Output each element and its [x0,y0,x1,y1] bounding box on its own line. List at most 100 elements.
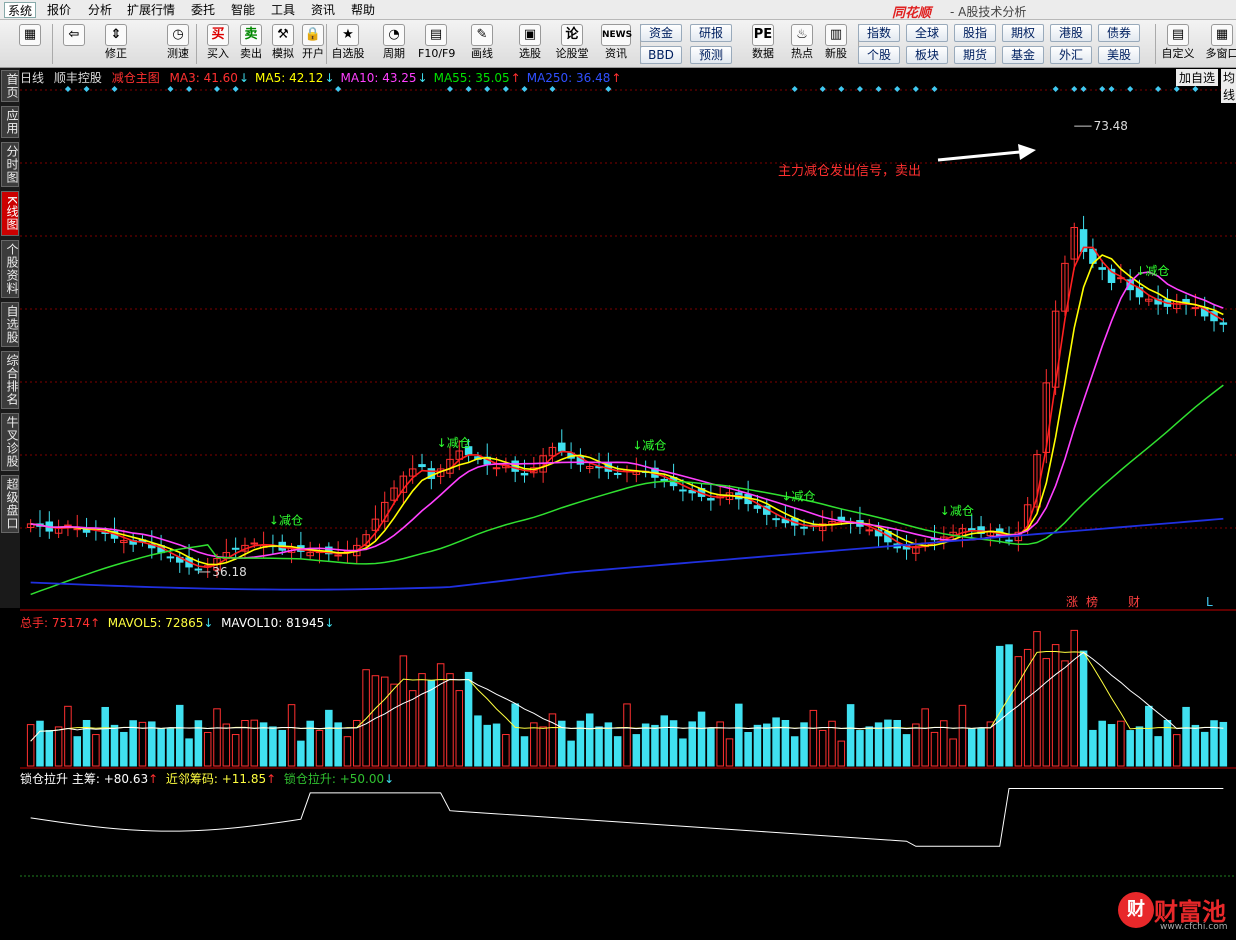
volume-bar [967,728,976,767]
monitor-icon: ▣ [519,24,541,46]
forum-icon: 论 [561,24,583,46]
menu-item-3[interactable]: 扩展行情 [124,2,178,18]
volume-bar [1126,730,1134,767]
toolbar-button-clock[interactable]: ◷ 测速 [160,22,196,66]
quick-button-8[interactable]: 港股 [1050,24,1092,42]
toolbar-button-multiwindow[interactable]: ▦ 多窗口 [1204,22,1236,66]
quick-button-15[interactable]: 美股 [1098,46,1140,64]
candle-body [73,528,82,531]
sidebar-tab-8[interactable]: 超级盘口 [1,475,19,533]
toolbar-button-hot[interactable]: ♨ 热点 [784,22,820,66]
volume-bar [511,703,519,767]
menu-item-6[interactable]: 工具 [268,2,298,18]
toolbar-button-f10[interactable]: ▤ F10/F9 [418,22,455,66]
toolbar-button-cycle[interactable]: ◔ 周期 [376,22,412,66]
quick-button-10[interactable]: 个股 [858,46,900,64]
candle-body [1098,267,1106,270]
mavol5-value: 72865 [165,616,204,630]
volume-bar [977,728,985,767]
left-sidebar: 首页应用分时图 K线图个股资料自选股综合排名牛叉诊股超级盘口 [0,68,20,608]
quick-button-4[interactable]: 指数 [858,24,900,42]
event-flag: 涨 [1066,594,1078,609]
menu-item-2[interactable]: 分析 [85,2,115,18]
toolbar-button-star[interactable]: ★ 自选股 [330,22,366,66]
volume-bar [744,732,752,767]
sidebar-tab-3[interactable]: K线图 [1,191,19,236]
mode-label: 减仓主图 [111,71,160,85]
sidebar-tab-5[interactable]: 自选股 [1,302,19,347]
quick-button-6[interactable]: 股指 [954,24,996,42]
sidebar-tab-1[interactable]: 应用 [1,106,19,138]
reduce-position-signal: ↓减仓 [781,490,815,504]
quick-button-9[interactable]: 债券 [1098,24,1140,42]
candle-body [800,526,808,529]
ma-values: MA3: 41.60↓ MA5: 42.12↓ MA10: 43.25↓ MA55: … [170,71,628,85]
volume-bar [604,722,613,767]
toolbar-button-pen[interactable]: ✎ 画线 [464,22,500,66]
volume-bar [763,723,771,767]
menu-item-0[interactable]: 系统 [4,2,37,18]
average-tab[interactable]: 均线 [1221,69,1236,103]
volume-bar [45,729,54,767]
volume-bar [101,706,109,767]
quick-button-14[interactable]: 外汇 [1050,46,1092,64]
menu-item-5[interactable]: 智能 [228,2,258,18]
toolbar-button-buy[interactable]: 买买入 [200,22,236,66]
volume-bar [175,704,184,767]
sidebar-tab-4[interactable]: 个股资料 [1,240,19,298]
toolbar-button-ipo[interactable]: ▥ 新股 [818,22,854,66]
toolbar-button-custom[interactable]: ▤ 自定义 [1160,22,1196,66]
volume-bar [660,715,669,767]
mavol5-label: MAVOL5 [107,616,158,630]
quick-button-2[interactable]: BBD [640,46,682,64]
quick-button-5[interactable]: 全球 [906,24,948,42]
menu-item-8[interactable]: 帮助 [348,2,378,18]
sidebar-tab-0[interactable]: 首页 [1,70,19,102]
toolbar-button-news[interactable]: NEWS 资讯 [598,22,634,66]
volume-bar [1200,731,1209,767]
toolbar-button-forum[interactable]: 论论股堂 [554,22,590,66]
menu-item-7[interactable]: 资讯 [308,2,338,18]
add-watchlist-button[interactable]: 加自选 [1176,69,1219,86]
toolbar-button-grid[interactable]: ▦ [12,22,48,66]
quick-button-11[interactable]: 板块 [906,46,948,64]
ma-arrow: ↓ [324,71,335,85]
sidebar-tab-6[interactable]: 综合排名 [1,351,19,409]
volume-bar [1145,705,1153,767]
sidebar-tab-7[interactable]: 牛叉诊股 [1,413,19,471]
toolbar-button-label: 热点 [791,47,813,60]
quick-button-0[interactable]: 资金 [640,24,682,42]
candle-body [660,478,669,481]
quick-button-12[interactable]: 期货 [954,46,996,64]
toolbar-button-pe[interactable]: PE 数据 [745,22,781,66]
custom-icon: ▤ [1167,24,1189,46]
news-icon: NEWS [601,24,632,46]
volume-bar [902,734,911,767]
volume-bar [325,709,333,767]
toolbar-button-monitor[interactable]: ▣ 选股 [512,22,548,66]
volume-bar [1089,729,1097,767]
sidebar-tab-2[interactable]: 分时图 [1,142,19,187]
volume-bar [166,728,175,767]
menu-item-1[interactable]: 报价 [44,2,74,18]
volume-bar [697,711,706,767]
menu-item-4[interactable]: 委托 [188,2,218,18]
quick-button-3[interactable]: 预测 [690,46,732,64]
mavol10-value: 81945 [286,616,325,630]
volume-bar [520,736,529,767]
kline-chart[interactable]: 73.4836.18↓减仓↓减仓 ↓减仓↓减仓↓减仓↓减仓涨榜财 L [20,68,1236,940]
volume-bar [185,738,193,767]
quick-button-7[interactable]: 期权 [1002,24,1044,42]
volume-bar [800,722,808,767]
quick-button-1[interactable]: 研报 [690,24,732,42]
volume-bar [1219,721,1228,767]
event-flag: 榜 [1086,594,1098,609]
near-chip-value: +11.85 [221,772,267,786]
toolbar-button-sell[interactable]: 卖卖出 [233,22,269,66]
quick-button-13[interactable]: 基金 [1002,46,1044,64]
volume-bar [1098,720,1106,767]
back-arrow-icon: ⇦ [63,24,85,46]
toolbar-button-updown-arrow[interactable]: ⇕ 修正 [98,22,134,66]
toolbar-button-back-arrow[interactable]: ⇦ [56,22,92,66]
mavol5-arrow: ↓ [203,616,214,630]
